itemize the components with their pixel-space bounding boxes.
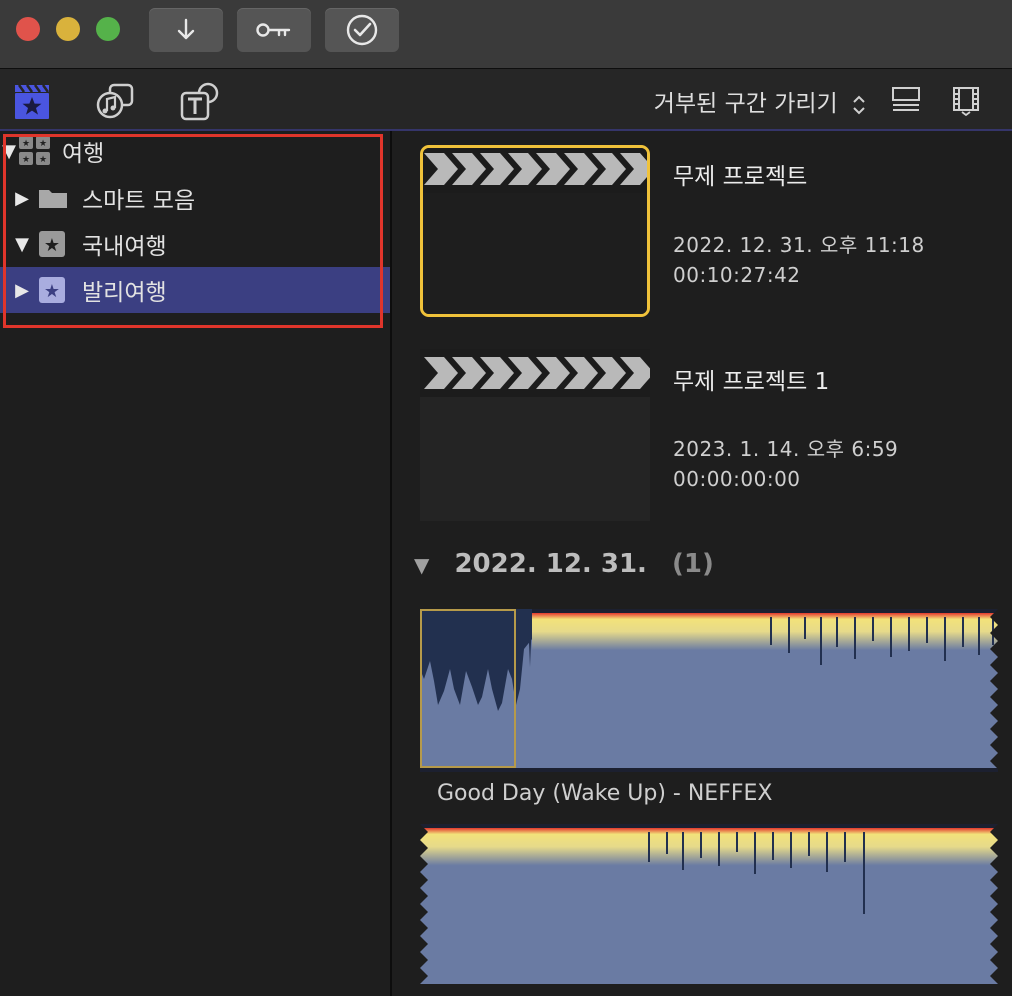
sidebar-item-domestic-trip[interactable]: ▼ ★ 국내여행 [0, 221, 390, 267]
project-thumbnail[interactable] [420, 145, 650, 317]
disclosure-triangle-icon[interactable]: ▶ [12, 188, 32, 209]
filmstrip-view-button[interactable] [952, 84, 980, 120]
date-group-count: (1) [671, 549, 714, 579]
date-group-header[interactable]: ▼ 2022. 12. 31. (1) [414, 549, 714, 579]
sidebar-item-label: 스마트 모음 [82, 188, 196, 214]
svg-text:★: ★ [39, 139, 47, 149]
zoom-button[interactable] [96, 17, 120, 41]
key-icon [256, 23, 291, 37]
clapperboard-icon [423, 148, 647, 193]
svg-text:★: ★ [44, 235, 60, 256]
checkmark-icon [346, 14, 378, 46]
project-duration: 00:00:00:00 [673, 467, 801, 491]
folder-icon [39, 190, 67, 208]
close-button[interactable] [16, 17, 40, 41]
filter-label: 거부된 구간 가리기 [653, 91, 838, 117]
sidebar-item-label: 국내여행 [82, 234, 167, 260]
project-date: 2022. 12. 31. 오후 11:18 [673, 233, 925, 257]
svg-text:★: ★ [22, 139, 30, 149]
svg-text:★: ★ [44, 281, 60, 302]
filmstrip-view-icon [953, 87, 979, 117]
star-event-icon: ★ [39, 277, 65, 303]
disclosure-triangle-icon[interactable]: ▶ [12, 280, 32, 301]
libraries-sidebar: ▼ ★ ★ ★ ★ 여행 ▶ 스마트 모음 ▼ ★ 국내여행 ▶ ★ 발리여행 [0, 131, 392, 996]
disclosure-triangle-icon[interactable]: ▼ [414, 553, 429, 577]
project-title: 무제 프로젝트 1 [673, 369, 830, 395]
sidebar-item-label: 여행 [62, 141, 105, 167]
background-tasks-button[interactable] [325, 8, 399, 52]
audio-clip[interactable] [420, 609, 998, 772]
date-group-label: 2022. 12. 31. [454, 549, 647, 579]
disclosure-triangle-icon[interactable]: ▼ [12, 234, 32, 255]
list-view-icon [892, 87, 920, 111]
chevron-updown-icon [853, 95, 865, 114]
event-library-icon: ★ ★ ★ ★ [19, 136, 50, 165]
sidebar-item-bali-trip[interactable]: ▶ ★ 발리여행 [0, 267, 390, 313]
titles-generators-button[interactable] [180, 81, 220, 121]
project-duration: 00:10:27:42 [673, 263, 801, 287]
title-bar [0, 0, 1012, 69]
minimize-button[interactable] [56, 17, 80, 41]
clip-appearance-button[interactable] [891, 86, 921, 118]
audio-clip[interactable] [420, 824, 998, 984]
svg-text:★: ★ [39, 155, 47, 165]
disclosure-triangle-icon[interactable]: ▼ [0, 141, 18, 162]
keyword-button[interactable] [237, 8, 311, 52]
photos-audio-button[interactable] [96, 81, 136, 121]
clip-name: Good Day (Wake Up) - NEFFEX [437, 781, 773, 806]
libraries-button[interactable] [12, 81, 52, 121]
titles-icon [180, 82, 219, 121]
import-icon [177, 18, 195, 40]
music-photo-icon [96, 83, 134, 119]
star-event-icon: ★ [39, 231, 65, 257]
hide-rejected-filter[interactable]: 거부된 구간 가리기 [654, 84, 867, 118]
clapper-star-icon [15, 84, 50, 119]
import-button[interactable] [149, 8, 223, 52]
svg-text:★: ★ [22, 155, 30, 165]
browser-panel: 무제 프로젝트 2022. 12. 31. 오후 11:18 00:10:27:… [392, 131, 1012, 996]
project-date: 2023. 1. 14. 오후 6:59 [673, 437, 899, 461]
clapperboard-icon [420, 349, 650, 397]
sidebar-item-library[interactable]: ▼ ★ ★ ★ ★ 여행 [0, 128, 390, 174]
sidebar-item-label: 발리여행 [82, 280, 167, 306]
project-title: 무제 프로젝트 [673, 164, 808, 190]
project-thumbnail[interactable] [420, 349, 650, 521]
sidebar-item-smart-collections[interactable]: ▶ 스마트 모음 [0, 175, 390, 221]
